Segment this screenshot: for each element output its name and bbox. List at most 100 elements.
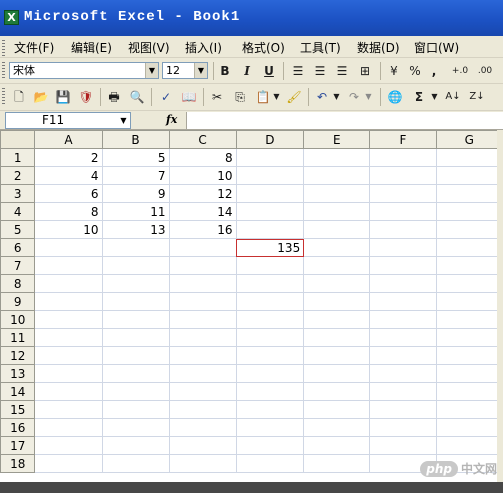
menu-format[interactable]: 格式(O) bbox=[242, 39, 285, 56]
chevron-down-icon[interactable]: ▼ bbox=[272, 87, 281, 107]
cell-d7[interactable] bbox=[235, 256, 305, 275]
cell-f11[interactable] bbox=[369, 328, 437, 347]
menu-insert[interactable]: 插入(I) bbox=[185, 39, 222, 56]
row-header[interactable]: 10 bbox=[0, 310, 36, 329]
menu-tools[interactable]: 工具(T) bbox=[300, 39, 341, 56]
cell-f10[interactable] bbox=[369, 310, 437, 329]
cell-c2[interactable]: 10 bbox=[168, 166, 237, 185]
menu-edit[interactable]: 编辑(E) bbox=[71, 39, 112, 56]
cell-a16[interactable] bbox=[34, 418, 103, 437]
decrease-decimal-button[interactable]: .00 bbox=[474, 61, 496, 81]
cell-f6[interactable] bbox=[369, 238, 437, 257]
cell-e14[interactable] bbox=[303, 382, 371, 401]
paste-icon[interactable]: 📋 bbox=[253, 87, 273, 107]
row-header[interactable]: 16 bbox=[0, 418, 36, 437]
cell-d14[interactable] bbox=[235, 382, 305, 401]
cell-e7[interactable] bbox=[303, 256, 371, 275]
cell-e3[interactable] bbox=[303, 184, 371, 203]
vertical-scrollbar[interactable] bbox=[497, 130, 503, 482]
row-header[interactable]: 3 bbox=[0, 184, 36, 203]
cell-d1[interactable] bbox=[235, 148, 305, 167]
cell-b6[interactable] bbox=[101, 238, 170, 257]
cell-b15[interactable] bbox=[101, 400, 170, 419]
align-left-icon[interactable]: ☰ bbox=[289, 61, 307, 81]
cell-f9[interactable] bbox=[369, 292, 437, 311]
cell-d11[interactable] bbox=[235, 328, 305, 347]
research-icon[interactable]: 📖 bbox=[179, 87, 199, 107]
cell-c13[interactable] bbox=[168, 364, 237, 383]
align-center-icon[interactable]: ☰ bbox=[311, 61, 329, 81]
row-header[interactable]: 11 bbox=[0, 328, 36, 347]
align-right-icon[interactable]: ☰ bbox=[333, 61, 351, 81]
cell-c8[interactable] bbox=[168, 274, 237, 293]
cell-f14[interactable] bbox=[369, 382, 437, 401]
cell-a8[interactable] bbox=[34, 274, 103, 293]
row-header[interactable]: 9 bbox=[0, 292, 36, 311]
cell-e16[interactable] bbox=[303, 418, 371, 437]
cell-g11[interactable] bbox=[435, 328, 503, 347]
cell-b11[interactable] bbox=[101, 328, 170, 347]
cell-b1[interactable]: 5 bbox=[101, 148, 170, 167]
cell-c12[interactable] bbox=[168, 346, 237, 365]
cell-d12[interactable] bbox=[235, 346, 305, 365]
chevron-down-icon[interactable]: ▼ bbox=[364, 87, 373, 107]
column-header-a[interactable]: A bbox=[34, 130, 103, 149]
redo-icon[interactable]: ↷ bbox=[344, 87, 364, 107]
menu-view[interactable]: 视图(V) bbox=[128, 39, 170, 56]
cell-b5[interactable]: 13 bbox=[101, 220, 170, 239]
cell-e11[interactable] bbox=[303, 328, 371, 347]
column-header-d[interactable]: D bbox=[235, 130, 305, 149]
cell-f4[interactable] bbox=[369, 202, 437, 221]
cell-e6[interactable] bbox=[303, 238, 371, 257]
row-header[interactable]: 8 bbox=[0, 274, 36, 293]
cell-g2[interactable] bbox=[435, 166, 503, 185]
cell-b16[interactable] bbox=[101, 418, 170, 437]
cell-a12[interactable] bbox=[34, 346, 103, 365]
toolbar-grip[interactable] bbox=[2, 88, 5, 104]
increase-decimal-button[interactable]: +.0 bbox=[449, 61, 471, 81]
menu-data[interactable]: 数据(D) bbox=[357, 39, 400, 56]
open-folder-icon[interactable]: 📂 bbox=[31, 87, 51, 107]
cell-a5[interactable]: 10 bbox=[34, 220, 103, 239]
row-header[interactable]: 7 bbox=[0, 256, 36, 275]
row-header[interactable]: 5 bbox=[0, 220, 36, 239]
print-preview-icon[interactable]: 🔍 bbox=[127, 87, 147, 107]
print-icon[interactable]: 🖶 bbox=[104, 87, 124, 107]
comma-style-button[interactable]: , bbox=[428, 61, 440, 81]
row-header[interactable]: 2 bbox=[0, 166, 36, 185]
cell-e18[interactable] bbox=[303, 454, 371, 473]
row-header[interactable]: 12 bbox=[0, 346, 36, 365]
chevron-down-icon[interactable]: ▼ bbox=[194, 63, 207, 78]
row-header[interactable]: 4 bbox=[0, 202, 36, 221]
new-document-icon[interactable]: 🗋 bbox=[9, 87, 29, 107]
spelling-icon[interactable]: ✓ bbox=[155, 87, 177, 107]
cell-b13[interactable] bbox=[101, 364, 170, 383]
italic-button[interactable]: I bbox=[238, 61, 256, 81]
toolbar-grip[interactable] bbox=[2, 62, 5, 78]
cell-e5[interactable] bbox=[303, 220, 371, 239]
cell-f15[interactable] bbox=[369, 400, 437, 419]
cell-a9[interactable] bbox=[34, 292, 103, 311]
row-header[interactable]: 17 bbox=[0, 436, 36, 455]
cell-d18[interactable] bbox=[235, 454, 305, 473]
cell-f3[interactable] bbox=[369, 184, 437, 203]
cell-g7[interactable] bbox=[435, 256, 503, 275]
insert-function-icon[interactable]: fx bbox=[166, 113, 177, 126]
cell-c5[interactable]: 16 bbox=[168, 220, 237, 239]
cell-g17[interactable] bbox=[435, 436, 503, 455]
cell-b3[interactable]: 9 bbox=[101, 184, 170, 203]
sort-ascending-icon[interactable]: A↓ bbox=[443, 87, 463, 107]
cell-g10[interactable] bbox=[435, 310, 503, 329]
cut-icon[interactable]: ✂ bbox=[207, 87, 227, 107]
cell-c11[interactable] bbox=[168, 328, 237, 347]
name-box[interactable]: F11 ▼ bbox=[5, 112, 131, 129]
undo-icon[interactable]: ↶ bbox=[312, 87, 332, 107]
hyperlink-icon[interactable]: 🌐 bbox=[385, 87, 405, 107]
cell-f8[interactable] bbox=[369, 274, 437, 293]
cell-g9[interactable] bbox=[435, 292, 503, 311]
cell-g4[interactable] bbox=[435, 202, 503, 221]
currency-icon[interactable]: ¥ bbox=[384, 61, 404, 81]
row-header[interactable]: 14 bbox=[0, 382, 36, 401]
cell-g6[interactable] bbox=[435, 238, 503, 257]
cell-d4[interactable] bbox=[235, 202, 305, 221]
